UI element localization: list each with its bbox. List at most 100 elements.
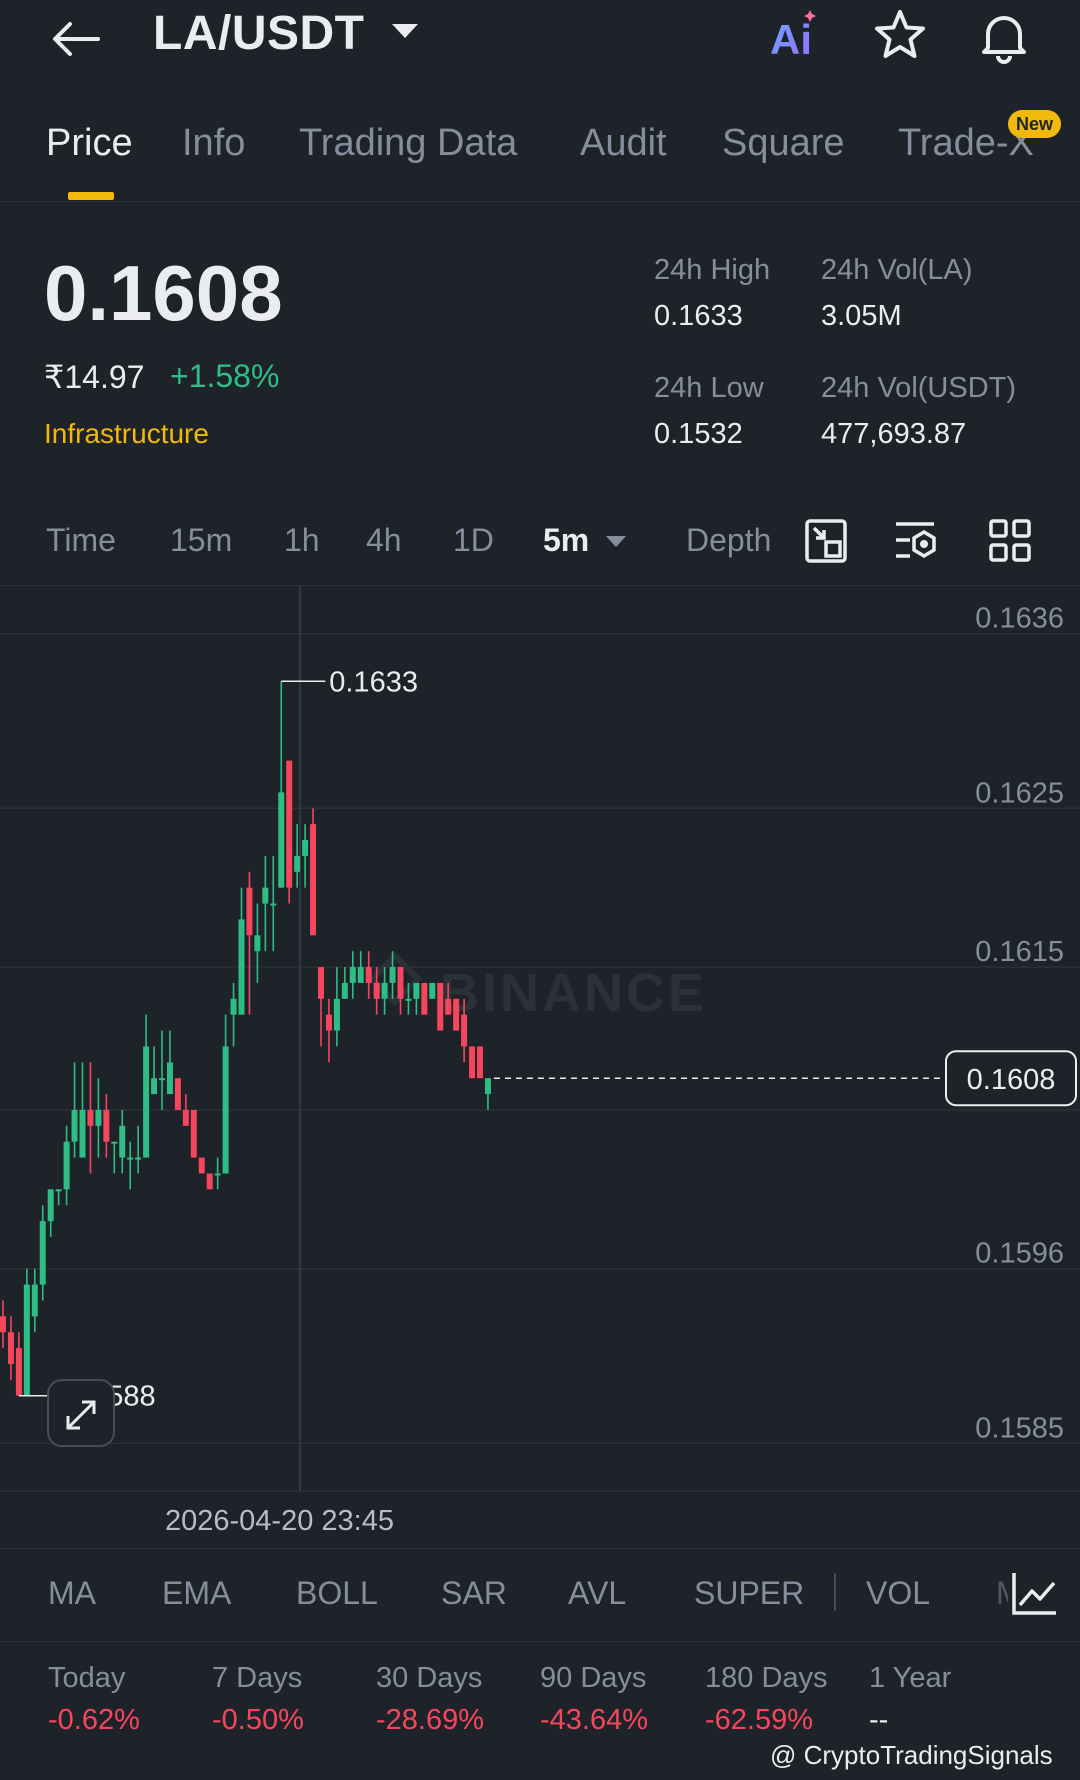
candle-body [437, 982, 444, 1031]
candle-body [143, 1046, 150, 1158]
candle-body [310, 824, 317, 936]
chart-overlay: 0.16330.15880.1608 [18, 666, 1077, 1413]
indicator-boll[interactable]: BOLL [296, 1575, 378, 1612]
indicator-macd-partial[interactable]: M [996, 1575, 1008, 1612]
candle-body [453, 998, 460, 1031]
interval-5m[interactable]: 5m [543, 522, 589, 559]
candle-body [286, 760, 293, 888]
candle-body [79, 1109, 86, 1158]
indicator-vol[interactable]: VOL [866, 1575, 930, 1612]
candle-body [469, 1046, 476, 1079]
interval-depth[interactable]: Depth [686, 522, 782, 559]
perf-7d-value: -0.50% [212, 1704, 304, 1736]
candle-body [198, 1157, 205, 1174]
indicator-divider [834, 1573, 836, 1611]
tab-trading-data[interactable]: Trading Data [299, 122, 517, 165]
pair-title[interactable]: LA/USDT [153, 6, 364, 61]
interval-bar: Time 15m 1h 4h 1D 5m Depth [0, 500, 1080, 586]
candle-body [405, 998, 412, 1001]
candle-body [39, 1221, 46, 1285]
tab-square[interactable]: Square [722, 122, 845, 165]
new-badge: New [1008, 110, 1062, 138]
inr-price: ₹14.97 [44, 359, 145, 395]
last-price: 0.1608 [44, 249, 283, 337]
candle-body [222, 1046, 229, 1174]
candle-body [119, 1125, 126, 1158]
candle-body [429, 982, 436, 999]
detail-tabs: Price Info Trading Data Audit Square Tra… [0, 100, 1080, 202]
interval-1d[interactable]: 1D [453, 522, 494, 559]
tab-info[interactable]: Info [182, 122, 245, 165]
binance-watermark: BINANCE [440, 963, 707, 1023]
candle-body [461, 1014, 468, 1047]
candle-body [95, 1109, 102, 1126]
perf-today-label: Today [48, 1662, 126, 1694]
ai-icon[interactable]: Ai [768, 8, 822, 60]
candle-body [294, 855, 301, 872]
candle-body [103, 1109, 110, 1142]
back-arrow-icon[interactable] [48, 14, 104, 64]
candle-body [484, 1078, 491, 1095]
y-tick-label: 0.1625 [975, 777, 1064, 809]
perf-30d-value: -28.69% [376, 1704, 485, 1736]
indicator-sar[interactable]: SAR [441, 1575, 507, 1612]
price-chart[interactable]: BINANCE 0.16360.16250.16150.16060.15960.… [0, 586, 1080, 1548]
high-marker-label: 0.1633 [329, 666, 418, 698]
stat-24h-vol-la-label: 24h Vol(LA) [821, 254, 973, 286]
interval-15m[interactable]: 15m [170, 522, 232, 559]
candle-body [166, 1062, 173, 1095]
expand-chart-button[interactable] [47, 1379, 115, 1447]
candle-body [389, 967, 396, 983]
tab-price[interactable]: Price [46, 122, 133, 165]
sector-tag[interactable]: Infrastructure [44, 418, 209, 450]
candle-body [230, 998, 237, 1015]
interval-4h[interactable]: 4h [366, 522, 402, 559]
stat-24h-low: 0.1532 [654, 418, 743, 450]
indicator-avl[interactable]: AVL [568, 1575, 626, 1612]
bell-icon[interactable] [976, 8, 1032, 64]
candle-body [135, 1157, 142, 1160]
tab-audit[interactable]: Audit [580, 122, 667, 165]
candle-body [357, 967, 364, 983]
perf-90d-value: -43.64% [540, 1704, 649, 1736]
top-bar: LA/USDT Ai [0, 0, 1080, 80]
indicator-ma[interactable]: MA [48, 1575, 96, 1612]
candle-body [214, 1173, 221, 1176]
candle-body [206, 1173, 213, 1190]
candles [0, 681, 491, 1396]
candle-body [63, 1141, 70, 1190]
indicator-ema[interactable]: EMA [162, 1575, 231, 1612]
candle-body [278, 792, 285, 888]
candle-body [381, 982, 388, 999]
candle-body [477, 1046, 483, 1079]
crosshair-time-label: 2026-04-20 23:45 [165, 1505, 394, 1537]
interval-caret-down-icon[interactable] [606, 536, 626, 547]
candle-body [365, 967, 372, 983]
candle-body [397, 967, 404, 999]
candle-body [7, 1332, 14, 1364]
draw-tools-icon[interactable] [894, 518, 938, 564]
interval-time[interactable]: Time [46, 522, 116, 559]
stat-24h-vol-usdt: 477,693.87 [821, 418, 967, 450]
candle-body [15, 1348, 22, 1396]
perf-90d-label: 90 Days [540, 1662, 647, 1694]
indicator-bar: MA EMA BOLL SAR AVL SUPER VOL M [0, 1548, 1080, 1642]
candle-body [127, 1157, 134, 1160]
candle-body [421, 982, 428, 1015]
caret-down-icon[interactable] [392, 24, 418, 38]
interval-1h[interactable]: 1h [284, 522, 320, 559]
stat-24h-high: 0.1633 [654, 300, 743, 332]
indicator-super[interactable]: SUPER [694, 1575, 804, 1612]
indicator-settings-icon[interactable] [1010, 1569, 1060, 1619]
y-tick-label: 0.1596 [975, 1238, 1064, 1270]
grid-layout-icon[interactable] [988, 518, 1032, 564]
stat-24h-high-label: 24h High [654, 254, 771, 286]
chart-settings-icon[interactable] [804, 518, 848, 564]
perf-today-value: -0.62% [48, 1704, 140, 1736]
candle-body [254, 935, 261, 952]
star-icon[interactable] [872, 8, 928, 64]
candle-body [246, 887, 253, 936]
candle-body [0, 1316, 6, 1333]
candle-body [373, 982, 380, 999]
stat-24h-low-label: 24h Low [654, 372, 764, 404]
